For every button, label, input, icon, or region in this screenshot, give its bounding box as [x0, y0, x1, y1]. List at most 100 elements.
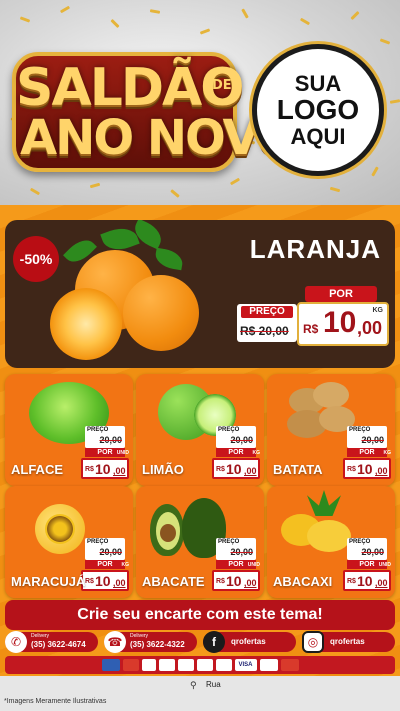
- price-unit: KG: [252, 450, 261, 456]
- price-cents: ,00: [244, 578, 257, 588]
- confetti-piece: [371, 166, 379, 177]
- top-banner: SALDÃO DE ANO NOVO SUA LOGO AQUI: [0, 0, 400, 205]
- phone-contact[interactable]: ☎ Delivery (35) 3622-4322: [104, 631, 197, 653]
- instagram-contact[interactable]: ◎ qrofertas: [302, 631, 395, 653]
- cta-banner[interactable]: Crie seu encarte com este tema!: [5, 600, 395, 630]
- confetti-piece: [149, 9, 161, 14]
- old-price-value: 20,00: [230, 547, 253, 557]
- price-integer: 10: [95, 573, 111, 589]
- address-text: Rua: [206, 680, 221, 689]
- phone-number: (35) 3622-4322: [130, 640, 185, 649]
- currency-symbol: R$: [347, 578, 356, 585]
- confetti-piece: [19, 16, 31, 23]
- price-unit: KG: [121, 562, 130, 568]
- orange-whole-icon: [123, 275, 199, 351]
- price-unit: KG: [372, 307, 384, 314]
- confetti-piece: [299, 17, 311, 26]
- leaf-icon: [153, 247, 185, 271]
- old-price-value: R$ 20,00: [240, 324, 289, 338]
- card-icon: [101, 659, 120, 671]
- currency-symbol: R$: [85, 466, 94, 473]
- confetti-piece: [329, 186, 341, 193]
- por-label: POR: [85, 560, 125, 569]
- facebook-handle: qrofertas: [231, 637, 266, 646]
- price-cents: ,00: [375, 578, 388, 588]
- product-name: ABACATE: [142, 574, 205, 589]
- facebook-contact[interactable]: f qrofertas: [203, 631, 296, 653]
- confetti-piece: [89, 182, 101, 189]
- product-card[interactable]: PREÇO 20,00 POR R$ 10,00 KG BATATA: [267, 374, 395, 486]
- old-price-tag: PREÇO 20,00: [216, 538, 256, 560]
- currency-symbol: R$: [303, 322, 319, 336]
- whatsapp-contact[interactable]: ✆ Delivery (35) 3622-4674: [5, 631, 98, 653]
- product-name: LIMÃO: [142, 462, 184, 477]
- logo-line1: SUA: [294, 71, 342, 97]
- price-integer: 10: [323, 306, 357, 339]
- logo-line3: AQUI: [290, 123, 346, 149]
- product-card[interactable]: PREÇO 20,00 POR R$ 10,00 KG LIMÃO: [136, 374, 264, 486]
- price-integer: 10: [357, 461, 373, 477]
- product-card[interactable]: PREÇO 20,00 POR R$ 10,00 UNID ABACATE: [136, 486, 264, 598]
- old-price-tag: PREÇO 20,00: [347, 426, 387, 448]
- old-price-value: 20,00: [99, 435, 122, 445]
- old-price-label: PREÇO: [87, 427, 109, 433]
- location-pin-icon: ⚲: [190, 680, 197, 690]
- old-price-label: PREÇO: [349, 539, 371, 545]
- price-cents: ,00: [113, 466, 126, 476]
- currency-symbol: R$: [347, 466, 356, 473]
- orange-half-icon: [50, 288, 122, 360]
- price-box: R$ 10,00: [81, 570, 129, 591]
- por-label: POR: [305, 286, 377, 302]
- price-unit: UNID: [116, 450, 129, 456]
- featured-product-name: LARANJA: [249, 234, 381, 264]
- instagram-icon: ◎: [302, 631, 324, 653]
- price-cents: ,00: [113, 578, 126, 588]
- old-price-value: 20,00: [99, 547, 122, 557]
- confetti-piece: [229, 177, 241, 186]
- currency-symbol: R$: [85, 578, 94, 585]
- price-integer: 10: [357, 573, 373, 589]
- price-unit: UNID: [247, 562, 260, 568]
- old-price-tag: PREÇO 20,00: [216, 426, 256, 448]
- card-icon: [158, 659, 175, 671]
- title-line1: SALDÃO: [16, 58, 244, 118]
- phone-icon: ☎: [104, 631, 126, 653]
- old-price-value: 20,00: [230, 435, 253, 445]
- confetti-piece: [379, 38, 391, 45]
- confetti-piece: [241, 8, 249, 19]
- confetti-piece: [199, 28, 211, 35]
- old-price-label: PREÇO: [218, 539, 240, 545]
- product-name: ABACAXI: [273, 574, 333, 589]
- featured-product-card[interactable]: -50% LARANJA PREÇO R$ 20,00 POR R$ 10 ,0…: [5, 220, 395, 368]
- price-integer: 10: [226, 573, 242, 589]
- card-icon: [177, 659, 194, 671]
- old-price-label: PREÇO: [349, 427, 371, 433]
- footer: ⚲ Rua *Imagens Meramente Ilustrativas: [0, 676, 400, 711]
- card-icon: [122, 659, 139, 671]
- product-card[interactable]: PREÇO 20,00 POR R$ 10,00 UNID ALFACE: [5, 374, 133, 486]
- title-de: DE: [212, 78, 232, 93]
- confetti-piece: [59, 5, 71, 14]
- product-card[interactable]: PREÇO 20,00 POR R$ 10,00 KG MARACUJÁ: [5, 486, 133, 598]
- phone-label: Delivery: [130, 633, 149, 639]
- confetti-piece: [29, 187, 41, 196]
- price-cents: ,00: [244, 466, 257, 476]
- product-card[interactable]: PREÇO 20,00 POR R$ 10,00 UNID ABACAXI: [267, 486, 395, 598]
- old-price-tag: PREÇO 20,00: [347, 538, 387, 560]
- facebook-icon: f: [203, 631, 225, 653]
- product-name: MARACUJÁ: [11, 574, 86, 589]
- old-price-value: 20,00: [361, 547, 384, 557]
- confetti-piece: [170, 189, 180, 198]
- campaign-title: SALDÃO DE ANO NOVO: [8, 52, 298, 172]
- mastercard-icon: [259, 659, 278, 671]
- price-box: R$ 10,00: [81, 458, 129, 479]
- confetti-piece: [110, 18, 120, 29]
- price-cents: ,00: [357, 318, 383, 338]
- confetti-piece: [389, 99, 400, 104]
- old-price-value: 20,00: [361, 435, 384, 445]
- price-integer: 10: [95, 461, 111, 477]
- whatsapp-label: Delivery: [31, 633, 50, 639]
- price-cents: ,00: [375, 466, 388, 476]
- card-icon: [141, 659, 156, 671]
- card-icon: [280, 659, 299, 671]
